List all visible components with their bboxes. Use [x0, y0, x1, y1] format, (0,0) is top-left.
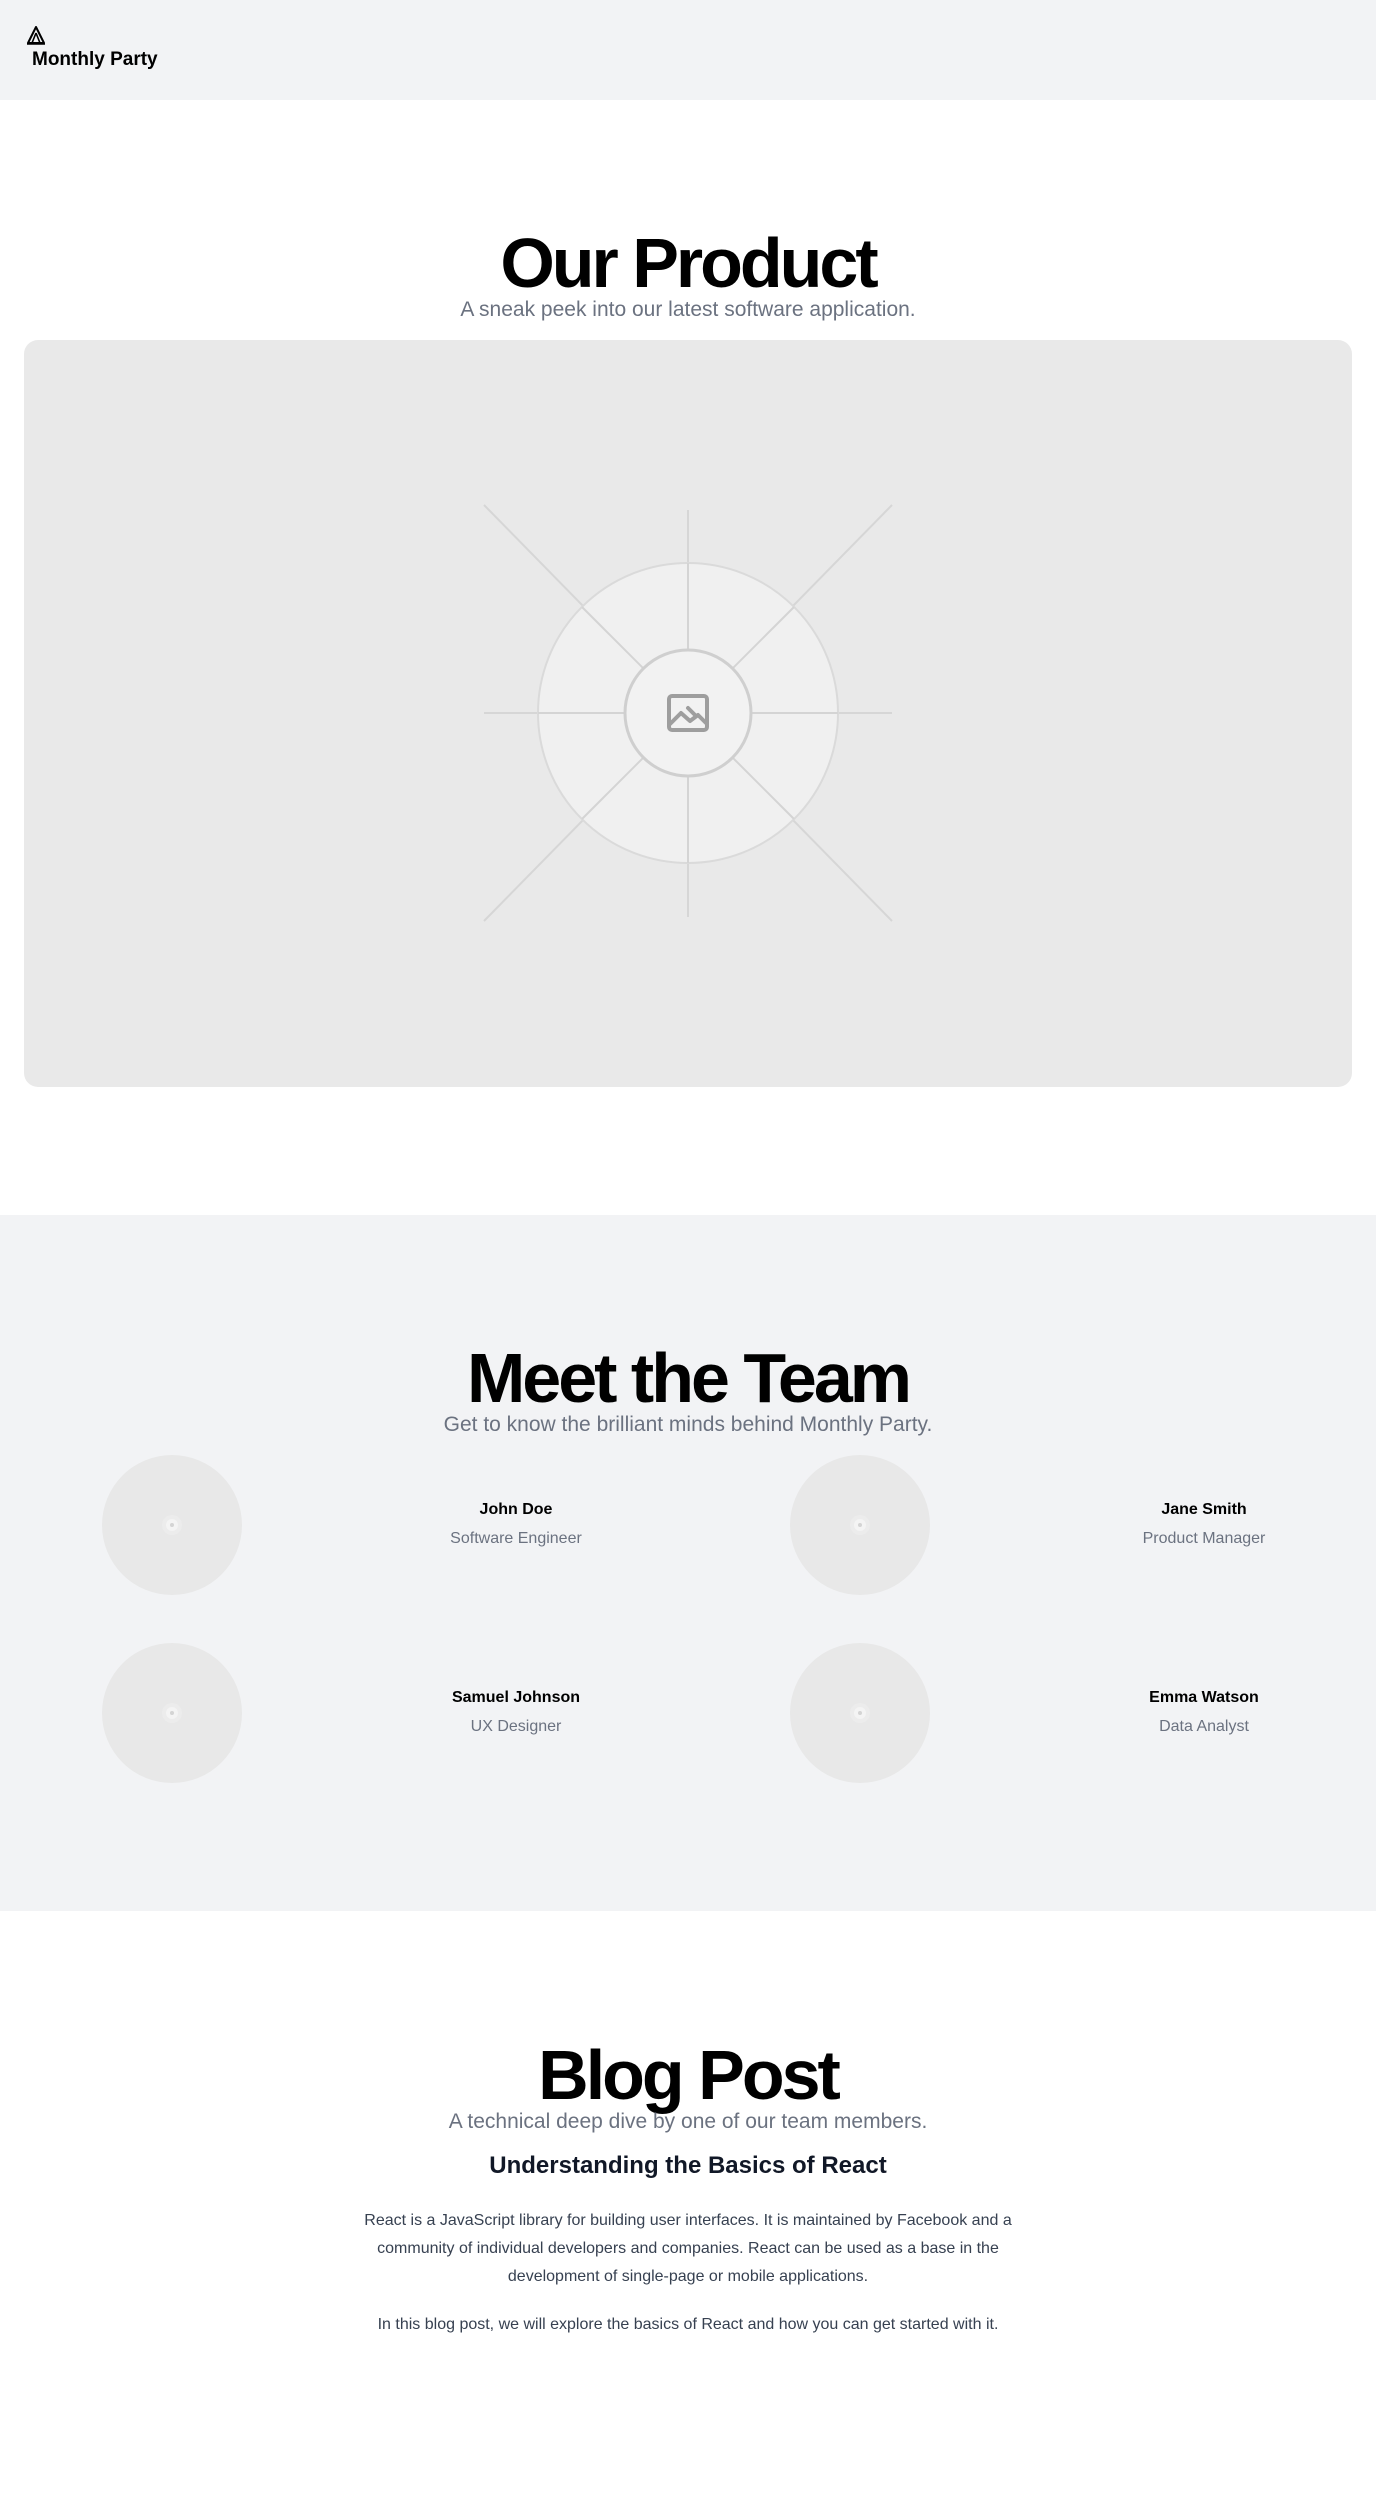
member-name: Samuel Johnson [451, 1689, 581, 1706]
member-role: Software Engineer [450, 1530, 582, 1547]
team-title: Meet the Team [466, 1339, 912, 1417]
image-placeholder-icon [483, 504, 893, 922]
product-subtitle: A sneak peek into our latest software ap… [460, 298, 916, 321]
avatar-placeholder-icon [166, 1519, 178, 1531]
avatar-placeholder-icon [854, 1519, 866, 1531]
member-name: Jane Smith [1161, 1501, 1247, 1518]
member-role: Data Analyst [1159, 1718, 1249, 1735]
member-role: UX Designer [470, 1718, 562, 1735]
team-subtitle: Get to know the brilliant minds behind M… [443, 1413, 933, 1436]
member-name: Emma Watson [1149, 1689, 1259, 1706]
member-name: John Doe [479, 1501, 553, 1518]
avatar-placeholder-icon [854, 1707, 866, 1719]
brand-name[interactable]: Monthly Party [32, 49, 158, 71]
avatar [102, 1455, 242, 1595]
post-title: Understanding the Basics of React [489, 2152, 887, 2179]
avatar [790, 1455, 930, 1595]
avatar-placeholder-icon [166, 1707, 178, 1719]
blog-subtitle: A technical deep dive by one of our team… [448, 2110, 928, 2133]
tent-icon[interactable] [26, 26, 46, 45]
avatar [790, 1643, 930, 1783]
blog-title: Blog Post [538, 2036, 841, 2114]
site-header: Monthly Party [0, 0, 1376, 100]
post-paragraph: In this blog post, we will explore the b… [377, 2316, 999, 2333]
post-paragraph: React is a JavaScript library for buildi… [364, 2212, 1012, 2285]
product-title: Our Product [500, 224, 878, 302]
product-image-placeholder [24, 340, 1352, 1087]
avatar [102, 1643, 242, 1783]
member-role: Product Manager [1142, 1530, 1266, 1547]
